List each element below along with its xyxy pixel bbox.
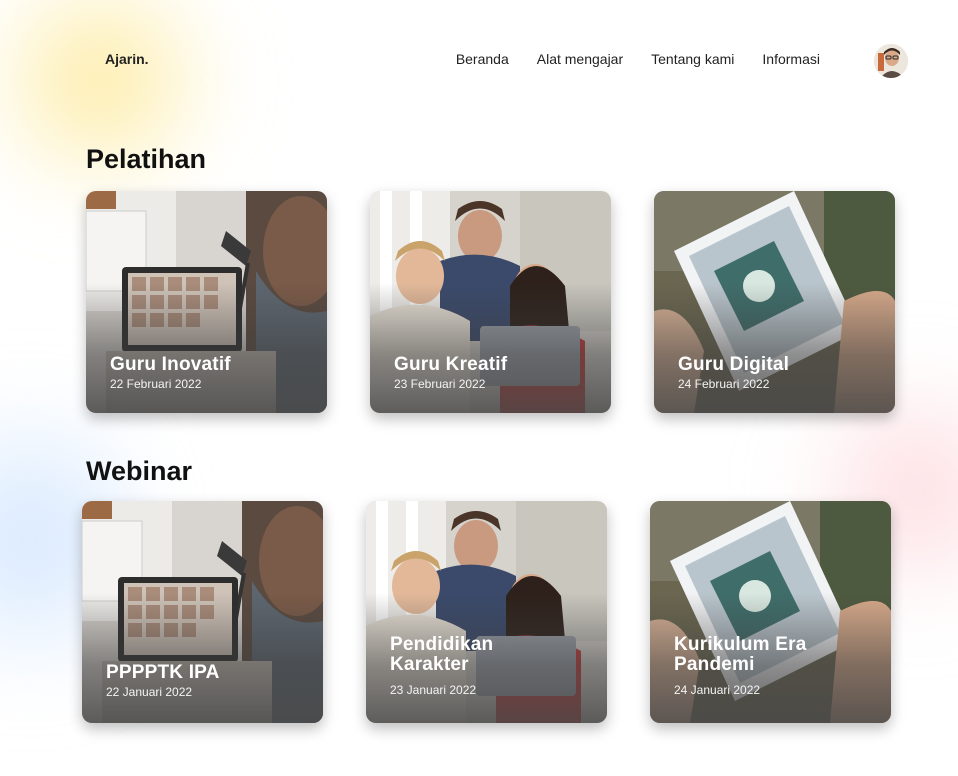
card-date: 22 Februari 2022 [110,377,202,391]
avatar[interactable] [874,44,908,78]
webinar-card-pendidikan-karakter[interactable]: Pendidikan Karakter 23 Januari 2022 [366,501,607,723]
nav-menu: Beranda Alat mengajar Tentang kami Infor… [456,51,820,67]
card-title: PPPPTK IPA [106,662,220,683]
top-nav: Ajarin. Beranda Alat mengajar Tentang ka… [0,0,958,120]
section-title-pelatihan: Pelatihan [86,144,207,174]
pelatihan-card-guru-inovatif[interactable]: Guru Inovatif 22 Februari 2022 [86,191,327,413]
card-date: 23 Februari 2022 [394,377,486,391]
nav-item-tentang-kami[interactable]: Tentang kami [651,51,734,67]
card-title: Pendidikan Karakter [390,634,494,675]
card-title: Guru Kreatif [394,354,508,375]
card-date: 23 Januari 2022 [390,683,477,697]
card-date: 24 Januari 2022 [674,683,761,697]
card-shade [654,283,895,413]
webinar-card-ppptk-ipa[interactable]: PPPPTK IPA 22 Januari 2022 [82,501,323,723]
card-shade [370,283,611,413]
card-date: 24 Februari 2022 [678,377,770,391]
page: Ajarin. Beranda Alat mengajar Tentang ka… [0,0,958,776]
webinar-card-kurikulum-era-pandemi[interactable]: Kurikulum Era Pandemi 24 Januari 2022 [650,501,891,723]
avatar-image [874,44,908,78]
section-title-webinar: Webinar [86,456,193,486]
nav-item-informasi[interactable]: Informasi [762,51,820,67]
nav-item-beranda[interactable]: Beranda [456,51,509,67]
card-title: Guru Inovatif [110,354,231,375]
pelatihan-card-guru-kreatif[interactable]: Guru Kreatif 23 Februari 2022 [370,191,611,413]
logo[interactable]: Ajarin. [105,51,149,67]
card-date: 22 Januari 2022 [106,685,193,699]
card-title: Kurikulum Era Pandemi [674,634,807,675]
pelatihan-card-guru-digital[interactable]: Guru Digital 24 Februari 2022 [654,191,895,413]
card-title: Guru Digital [678,354,790,375]
card-shade [86,283,327,413]
nav-item-alat-mengajar[interactable]: Alat mengajar [537,51,623,67]
card-shade [82,593,323,723]
